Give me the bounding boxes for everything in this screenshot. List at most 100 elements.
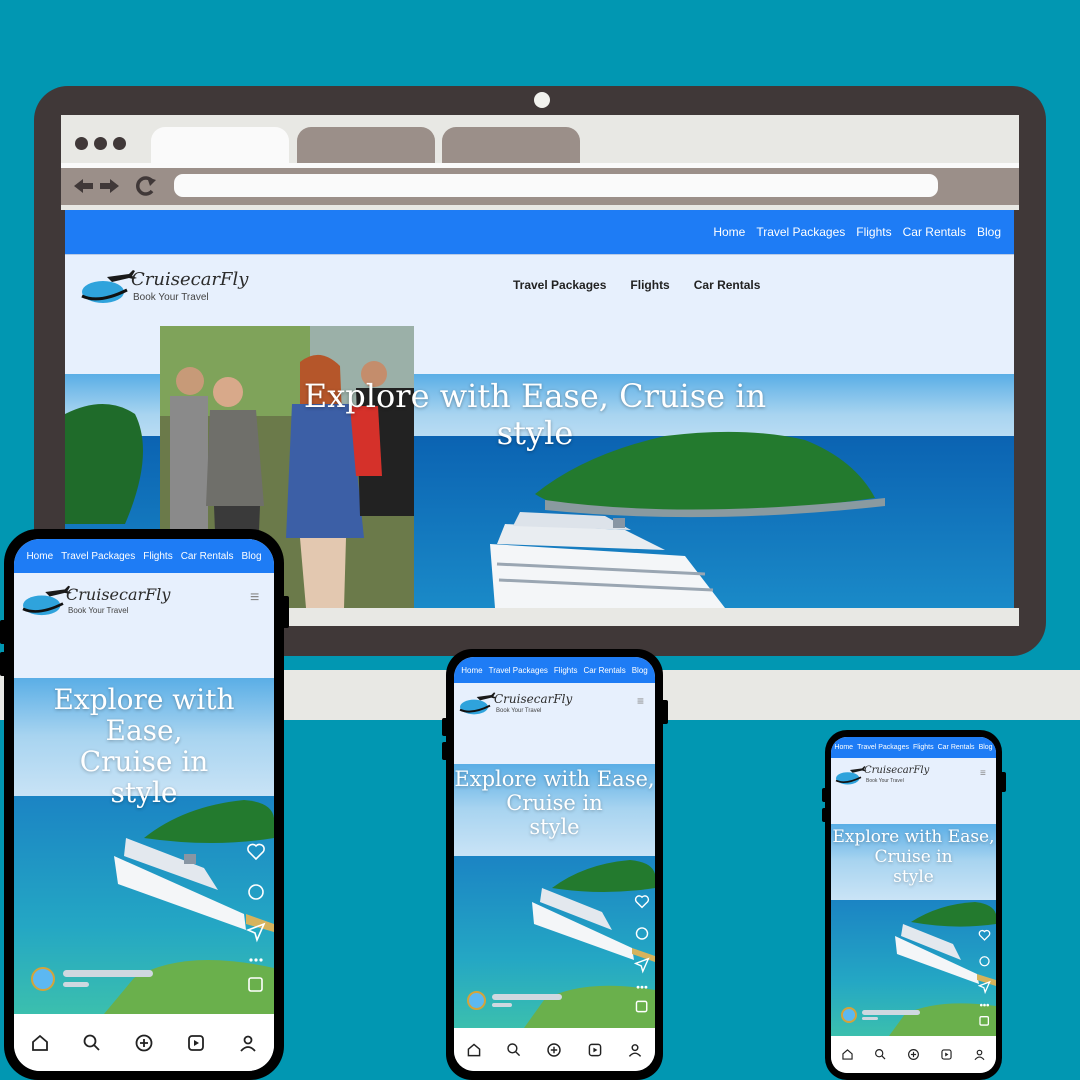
avatar[interactable]: [31, 967, 55, 991]
plane-globe-logo-icon: [81, 270, 137, 303]
avatar[interactable]: [467, 991, 486, 1010]
address-bar[interactable]: [174, 174, 938, 197]
nav-car-rentals[interactable]: Car Rentals: [903, 225, 966, 239]
brand-tagline: Book Your Travel: [133, 292, 209, 303]
nav-home[interactable]: Home: [26, 551, 53, 562]
site-logo[interactable]: CruisecarFly Book Your Travel: [458, 691, 598, 717]
nav-blog[interactable]: Blog: [977, 225, 1001, 239]
more-icon[interactable]: [636, 985, 648, 989]
window-dot: [75, 137, 88, 150]
reels-icon[interactable]: [186, 1033, 206, 1053]
nav-divider: [65, 254, 1014, 255]
profile-icon[interactable]: [238, 1033, 258, 1053]
mobile-top-nav: Home Travel Packages Flights Car Rentals…: [831, 737, 996, 758]
plane-globe-logo-icon: [835, 766, 867, 785]
comment-icon[interactable]: [635, 927, 649, 940]
nav-flights[interactable]: Flights: [856, 225, 891, 239]
heart-icon[interactable]: [634, 895, 650, 909]
nav-car-rentals[interactable]: Car Rentals: [181, 551, 234, 562]
nav-car-rentals[interactable]: Car Rentals: [583, 666, 625, 675]
main-nav-travel-packages[interactable]: Travel Packages: [513, 278, 606, 292]
site-logo[interactable]: CruisecarFly Book Your Travel: [834, 765, 954, 787]
brand-name: CruisecarFly: [864, 765, 930, 776]
reload-icon[interactable]: [136, 176, 156, 196]
more-icon[interactable]: [249, 958, 263, 962]
reels-icon[interactable]: [940, 1048, 953, 1061]
heart-icon[interactable]: [247, 843, 265, 861]
hamburger-menu-icon[interactable]: ≡: [250, 589, 259, 607]
comment-icon[interactable]: [248, 884, 264, 900]
post-actions: [246, 843, 266, 992]
nav-travel-packages[interactable]: Travel Packages: [756, 225, 845, 239]
profile-icon[interactable]: [973, 1048, 986, 1061]
post-actions: [978, 929, 991, 1026]
home-icon[interactable]: [466, 1042, 482, 1058]
browser-tab[interactable]: [297, 127, 435, 164]
nav-home[interactable]: Home: [461, 666, 482, 675]
arrow-right-icon[interactable]: [100, 179, 119, 193]
nav-blog[interactable]: Blog: [242, 551, 262, 562]
arrow-left-icon[interactable]: [74, 179, 93, 193]
phone-small-screen: Home Travel Packages Flights Car Rentals…: [831, 737, 996, 1073]
hero-title-line: style: [110, 776, 178, 809]
hero-title-line: style: [893, 867, 934, 887]
hero-title: Explore with Ease, Cruise in style: [14, 684, 274, 808]
hero-title: Explore with Ease, Cruise in style: [831, 827, 996, 887]
site-logo[interactable]: CruisecarFly Book Your Travel: [79, 268, 259, 304]
heart-icon[interactable]: [978, 929, 991, 941]
add-icon[interactable]: [134, 1033, 154, 1053]
bookmark-icon[interactable]: [248, 977, 263, 992]
caption-placeholder: [862, 1017, 878, 1020]
bookmark-icon[interactable]: [979, 1016, 990, 1026]
browser-tab-active[interactable]: [151, 127, 289, 164]
reels-icon[interactable]: [587, 1042, 603, 1058]
nav-home[interactable]: Home: [713, 225, 745, 239]
nav-home[interactable]: Home: [834, 744, 853, 751]
comment-icon[interactable]: [979, 956, 990, 967]
search-icon[interactable]: [82, 1033, 102, 1053]
nav-travel-packages[interactable]: Travel Packages: [857, 744, 909, 751]
send-icon[interactable]: [246, 922, 266, 943]
bottom-tab-bar: [14, 1014, 274, 1071]
window-dot: [113, 137, 126, 150]
bottom-tab-bar: [831, 1036, 996, 1073]
brand-name: CruisecarFly: [494, 692, 573, 706]
nav-car-rentals[interactable]: Car Rentals: [938, 744, 975, 751]
main-nav-flights[interactable]: Flights: [630, 278, 669, 292]
nav-blog[interactable]: Blog: [979, 744, 993, 751]
send-icon[interactable]: [978, 980, 991, 995]
main-nav-car-rentals[interactable]: Car Rentals: [694, 278, 761, 292]
search-icon[interactable]: [874, 1048, 887, 1061]
username-placeholder: [862, 1010, 920, 1015]
hero-title: Explore with Ease, Cruise in style: [303, 377, 767, 452]
hero-title-line: Cruise in: [874, 847, 953, 867]
more-icon[interactable]: [979, 1003, 990, 1007]
nav-flights[interactable]: Flights: [143, 551, 172, 562]
bottom-tab-bar: [454, 1028, 655, 1071]
phone-medium-screen: Home Travel Packages Flights Car Rentals…: [454, 657, 655, 1071]
nav-flights[interactable]: Flights: [554, 666, 578, 675]
brand-tagline: Book Your Travel: [496, 708, 542, 714]
site-logo[interactable]: CruisecarFly Book Your Travel: [20, 584, 190, 618]
home-icon[interactable]: [30, 1033, 50, 1053]
nav-blog[interactable]: Blog: [632, 666, 648, 675]
hero-title-line: Explore with Ease,: [53, 683, 235, 747]
add-icon[interactable]: [907, 1048, 920, 1061]
hamburger-menu-icon[interactable]: ≡: [980, 768, 986, 779]
home-icon[interactable]: [841, 1048, 854, 1061]
browser-tab[interactable]: [442, 127, 580, 164]
nav-travel-packages[interactable]: Travel Packages: [61, 551, 135, 562]
hero-title-line: Cruise in: [79, 745, 209, 778]
brand-tagline: Book Your Travel: [866, 778, 904, 784]
hamburger-menu-icon[interactable]: ≡: [637, 694, 644, 708]
plane-globe-logo-icon: [459, 692, 497, 715]
nav-travel-packages[interactable]: Travel Packages: [489, 666, 548, 675]
send-icon[interactable]: [634, 957, 650, 974]
add-icon[interactable]: [546, 1042, 562, 1058]
profile-icon[interactable]: [627, 1042, 643, 1058]
nav-flights[interactable]: Flights: [913, 744, 934, 751]
search-icon[interactable]: [506, 1042, 522, 1058]
main-nav: Travel Packages Flights Car Rentals: [513, 278, 760, 292]
bookmark-icon[interactable]: [635, 1000, 648, 1013]
avatar[interactable]: [841, 1007, 857, 1023]
